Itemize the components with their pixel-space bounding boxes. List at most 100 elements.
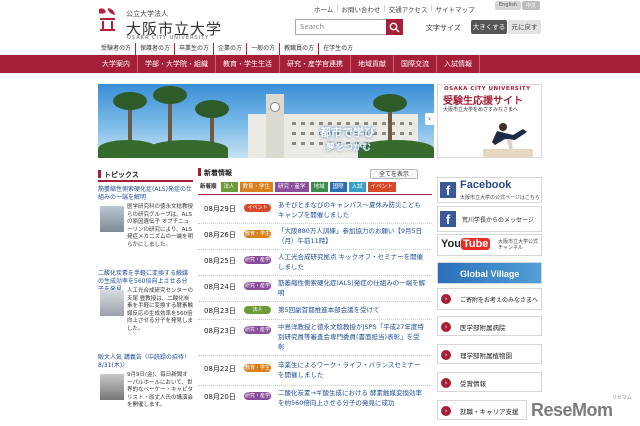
news-title-link[interactable]: 中島洋教授と徳永文稔教授がJSPS「平成27年度特別研究員等審査会専門委員(書面… xyxy=(278,322,426,352)
news-filter-research[interactable]: 研究・産学 xyxy=(275,182,309,192)
botanical-garden-label: 理学部附属植物園 xyxy=(460,352,512,360)
page: 公立大学法人 大阪市立大学 OSAKA CITY UNIVERSITY ホーム … xyxy=(0,0,640,426)
news-date: 08月20日 xyxy=(204,393,236,401)
separator: | xyxy=(383,4,386,12)
audience-link-companies[interactable]: 企業の方 xyxy=(213,43,246,55)
audience-link-staff[interactable]: 教職員の方 xyxy=(279,43,318,55)
lang-english[interactable]: English xyxy=(495,1,522,10)
news-filter-community[interactable]: 地域 xyxy=(310,182,328,192)
news-filter-events[interactable]: イベント xyxy=(367,182,396,192)
news-show-all-button[interactable]: 全てを表示 xyxy=(370,169,418,179)
font-size-label: 文字サイズ xyxy=(426,24,461,32)
font-size-reset-button[interactable]: 元に戻す xyxy=(508,20,541,34)
facebook-icon: f xyxy=(440,211,456,227)
facebook-link[interactable]: f Facebook 大阪市立大学の公式ページはこちら xyxy=(437,177,542,203)
awards-label: 受賞情報 xyxy=(460,380,486,388)
topic-item[interactable]: 販大人気 講義告〈中読録の招待！8/31(木)〉 9月9日(金)、毎日新聞オーパ… xyxy=(98,354,193,426)
separator: | xyxy=(336,4,339,12)
audience-link-public[interactable]: 一般の方 xyxy=(246,43,279,55)
access-link[interactable]: 交通アクセス xyxy=(389,4,428,14)
news-row[interactable]: 08月29日 イベント あそびとまなびのキャンパス～夏休み防災こどもキャンプを開… xyxy=(198,198,432,224)
news-date: 08月29日 xyxy=(204,205,236,213)
hero-banner[interactable] xyxy=(98,84,434,158)
news-row[interactable]: 08月23日 研究・産学 中島洋教授と徳永文稔教授がJSPS「平成27年度特別研… xyxy=(198,320,432,356)
news-filter-education[interactable]: 教育・学生 xyxy=(239,182,274,192)
news-title-link[interactable]: 人工光合成研究拠点 キックオフ・セミナーを開催しました xyxy=(278,252,426,272)
chevron-right-icon: › xyxy=(441,350,451,360)
news-title-link[interactable]: 卒業生によるワーク・ライフ・バランスセミナーを開催しました xyxy=(278,360,426,380)
search-icon xyxy=(389,22,400,33)
hospital-link[interactable]: › 医学部附属病院 xyxy=(437,316,542,336)
news-title-link[interactable]: あそびとまなびのキャンパス～夏休み防災こどもキャンプを開催しました xyxy=(278,200,426,220)
home-link[interactable]: ホーム xyxy=(314,4,333,14)
facebook-icon: f xyxy=(440,182,456,198)
news-filter-international[interactable]: 国際 xyxy=(329,182,347,192)
president-message-link[interactable]: f 荒川学長からのメッセージ xyxy=(437,206,542,232)
news-filter-admissions[interactable]: 入試 xyxy=(348,182,366,192)
main-nav-community[interactable]: 地域貢献 xyxy=(351,55,394,73)
bush-image xyxy=(148,140,228,158)
audience-link-parents[interactable]: 保護者の方 xyxy=(135,43,174,55)
news-row[interactable]: 08月20日 研究・産学 二酸化炭素→ギ酸生成における 酵素触媒変換効率を約56… xyxy=(198,386,432,412)
main-nav-about[interactable]: 大学案内 xyxy=(97,55,138,73)
career-support-link[interactable]: › 就職・キャリア支援 xyxy=(437,400,527,420)
font-size-increase-button[interactable]: 大きくする xyxy=(471,20,507,34)
topic-title[interactable]: 販大人気 講義告〈中読録の招待！8/31(木)〉 xyxy=(98,354,193,370)
main-nav-admissions[interactable]: 入試情報 xyxy=(437,55,480,73)
president-message-label: 荒川学長からのメッセージ xyxy=(462,217,534,224)
youtube-subtitle: 大阪市立大学公式チャンネル xyxy=(498,239,539,251)
news-category-badge: 教育・学生 xyxy=(244,364,271,372)
youtube-icon: You Tube xyxy=(441,238,491,250)
news-row[interactable]: 08月26日 教育・学生 「大阪880万人訓練」参加協力のお願い【9月5日（月）… xyxy=(198,224,432,250)
main-nav-education[interactable]: 教育・学生生活 xyxy=(216,55,280,73)
audience-link-applicants[interactable]: 受験者の方 xyxy=(97,43,135,55)
applicant-support-banner[interactable]: OSAKA CITY UNIVERSITY 受験生応援サイト 大阪市立大学をめざ… xyxy=(437,84,542,158)
awards-link[interactable]: › 受賞情報 xyxy=(437,372,542,392)
palm-tree-image xyxy=(373,94,407,112)
news-title-link[interactable]: 二酸化炭素→ギ酸生成における 酵素触媒変換効率を約560倍向上させる分子の発見に… xyxy=(278,388,426,408)
audience-link-alumni[interactable]: 卒業生の方 xyxy=(174,43,213,55)
news-date: 08月23日 xyxy=(204,307,236,315)
palm-tree-image xyxy=(153,86,187,104)
search-button[interactable] xyxy=(386,19,403,35)
news-row[interactable]: 08月22日 教育・学生 卒業生によるワーク・ライフ・バランスセミナーを開催しま… xyxy=(198,356,432,386)
chevron-right-icon: › xyxy=(441,294,451,304)
botanical-garden-link[interactable]: › 理学部附属植物園 xyxy=(437,344,542,364)
topic-item[interactable]: 筋萎縮性側索硬化症(ALS)発症の仕組みの一端を解明 医学研究科の徳永文稔教授ら… xyxy=(98,186,193,258)
topic-item[interactable]: 二酸化炭素を手軽に変換する触媒の生成効率を560倍向上させる分子を発見 人工光合… xyxy=(98,270,193,342)
topic-summary: 医学研究科の徳永文稔教授らの研究グループは、ALSの原因遺伝子 オプチニューリン… xyxy=(127,204,194,248)
main-nav-faculties[interactable]: 学部・大学院・組織 xyxy=(138,55,216,73)
banner-title: 受験生応援サイト xyxy=(443,96,523,107)
main-nav: 大学案内 学部・大学院・組織 教育・学生生活 研究・産学官連携 地域貢献 国際交… xyxy=(97,55,480,73)
global-village-link[interactable]: Global Village xyxy=(437,262,542,284)
palm-tree-image xyxy=(113,92,147,110)
jumping-student-image xyxy=(483,123,533,157)
facebook-title: Facebook xyxy=(460,179,512,191)
news-filter-corporation[interactable]: 法人 xyxy=(220,182,238,192)
audience-link-students[interactable]: 在学生の方 xyxy=(318,43,357,55)
main-nav-research[interactable]: 研究・産学官連携 xyxy=(280,55,351,73)
news-row[interactable]: 08月24日 研究・産学 筋萎縮性側索硬化症(ALS)発症の仕組みの一端を解明 xyxy=(198,276,432,302)
chevron-right-icon: › xyxy=(441,406,451,416)
carousel-next-icon[interactable]: › xyxy=(425,113,434,125)
news-date: 08月25日 xyxy=(204,257,236,265)
topic-title[interactable]: 筋萎縮性側索硬化症(ALS)発症の仕組みの一端を解明 xyxy=(98,186,193,202)
main-nav-international[interactable]: 国際交流 xyxy=(394,55,437,73)
news-filter-newest[interactable]: 新着順 xyxy=(198,182,219,192)
university-logo-icon[interactable] xyxy=(96,6,120,32)
language-switch: English 中文 xyxy=(495,1,541,10)
news-title-link[interactable]: 「大阪880万人訓練」参加協力のお願い【9月5日（月）午前11時】 xyxy=(278,226,426,246)
topic-photo xyxy=(100,206,124,232)
news-row[interactable]: 08月23日 法人 第5回副首都推進本部会議を受けて xyxy=(198,302,432,320)
news-title-link[interactable]: 筋萎縮性側索硬化症(ALS)発症の仕組みの一端を解明 xyxy=(278,278,426,298)
clock-icon xyxy=(270,102,280,112)
youtube-link[interactable]: You Tube 大阪市立大学公式チャンネル xyxy=(437,234,542,256)
sitemap-link[interactable]: サイトマップ xyxy=(436,4,475,14)
news-title-link[interactable]: 第5回副首都推進本部会議を受けて xyxy=(278,305,426,315)
lang-chinese[interactable]: 中文 xyxy=(522,1,541,10)
news-date: 08月24日 xyxy=(204,283,236,291)
news-category-filters: 新着順 法人 教育・学生 研究・産学 地域 国際 入試 イベント xyxy=(198,182,396,192)
contact-link[interactable]: お問い合わせ xyxy=(342,4,381,14)
donation-link[interactable]: › ご寄附をお考えのみなさまへ xyxy=(437,288,542,310)
news-row[interactable]: 08月25日 研究・産学 人工光合成研究拠点 キックオフ・セミナーを開催しました xyxy=(198,250,432,276)
